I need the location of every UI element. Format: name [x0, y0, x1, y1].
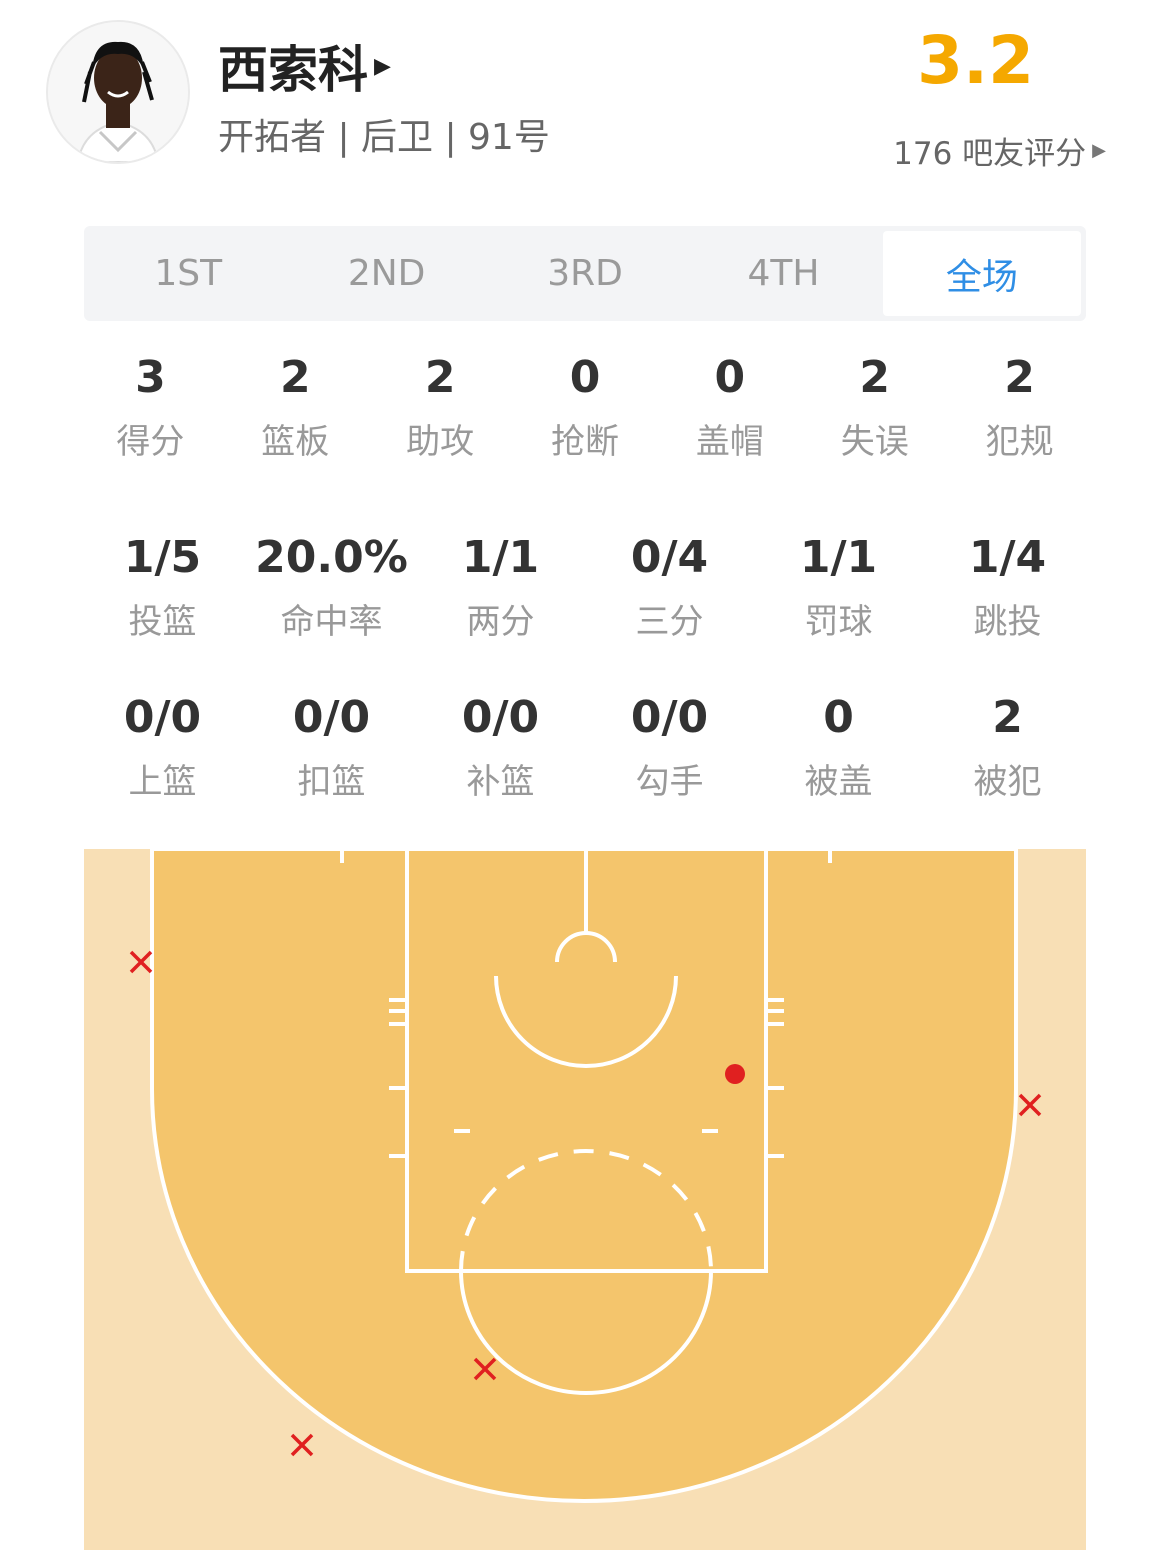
- stat-label: 补篮: [466, 762, 535, 802]
- stat-ft: 1/1 罚球: [754, 528, 923, 643]
- player-name-link[interactable]: 西索科 ▶: [218, 30, 391, 102]
- stat-label: 罚球: [804, 602, 873, 642]
- stat-value: 0: [569, 352, 601, 403]
- stat-rebounds: 2 篮板: [223, 348, 368, 463]
- stat-3pt: 0/4 三分: [585, 528, 754, 643]
- stat-label: 两分: [466, 602, 535, 642]
- stat-label: 三分: [635, 602, 704, 642]
- stat-turnovers: 2 失误: [802, 348, 947, 463]
- stat-value: 0/0: [630, 692, 709, 743]
- player-name: 西索科: [218, 41, 368, 99]
- stat-value: 2: [992, 692, 1023, 743]
- stat-value: 0/4: [630, 532, 709, 583]
- stat-fg: 1/5 投篮: [78, 528, 247, 643]
- stat-label: 抢断: [551, 422, 619, 462]
- stat-label: 勾手: [635, 762, 704, 802]
- tab-3rd[interactable]: 3RD: [486, 231, 684, 316]
- stat-value: 20.0%: [255, 532, 408, 583]
- court-graphic: [84, 847, 1086, 1550]
- play-arrow-icon: ▶: [374, 53, 391, 79]
- stat-value: 2: [424, 352, 456, 403]
- stat-value: 2: [859, 352, 891, 403]
- stat-value: 1/1: [461, 532, 540, 583]
- stat-2pt: 1/1 两分: [416, 528, 585, 643]
- period-tabs: 1ST 2ND 3RD 4TH 全场: [84, 226, 1086, 321]
- made-shot-marker: [725, 1064, 745, 1084]
- stat-label: 犯规: [985, 422, 1054, 462]
- shooting-stats-row: 1/5 投篮 20.0% 命中率 1/1 两分 0/4 三分 1/1 罚球 1/4 跳投: [78, 528, 1092, 643]
- stat-value: 1/4: [968, 532, 1047, 583]
- stat-label: 盖帽: [695, 422, 764, 462]
- stat-steals: 0 抢断: [513, 348, 658, 463]
- player-header: 西索科 ▶ 开拓者 | 后卫 | 91号 3.2 176 吧友评分 ▶: [0, 0, 1170, 200]
- tab-2nd[interactable]: 2ND: [287, 231, 485, 316]
- stat-assists: 2 助攻: [368, 348, 513, 463]
- stat-value: 2: [1004, 352, 1035, 403]
- stat-label: 跳投: [973, 602, 1042, 642]
- stat-value: 3: [135, 352, 166, 403]
- stat-label: 被盖: [804, 762, 873, 802]
- tab-1st[interactable]: 1ST: [89, 231, 287, 316]
- main-stats-row: 3 得分 2 篮板 2 助攻 0 抢断 0 盖帽 2 失误 2 犯规: [78, 348, 1092, 463]
- stat-label: 篮板: [261, 422, 330, 462]
- stat-value: 0/0: [292, 692, 371, 743]
- stat-dunk: 0/0 扣篮: [247, 688, 416, 803]
- play-arrow-icon: ▶: [1092, 140, 1106, 161]
- rating-value: 3.2: [917, 22, 1034, 99]
- rating-count: 176 吧友评分: [893, 136, 1087, 172]
- stat-hook: 0/0 勾手: [585, 688, 754, 803]
- stat-value: 0/0: [461, 692, 540, 743]
- detail-stats-row: 0/0 上篮 0/0 扣篮 0/0 补篮 0/0 勾手 0 被盖 2 被犯: [78, 688, 1092, 803]
- stat-label: 命中率: [280, 602, 383, 642]
- stat-label: 助攻: [406, 422, 475, 462]
- player-meta: 开拓者 | 后卫 | 91号: [218, 117, 550, 158]
- stat-fouls: 2 犯规: [947, 348, 1092, 463]
- stat-value: 1/1: [799, 532, 878, 583]
- rating-count-link[interactable]: 176 吧友评分 ▶: [893, 128, 1106, 173]
- stat-value: 1/5: [123, 532, 202, 583]
- stat-value: 0: [823, 692, 854, 743]
- stat-fouled: 2 被犯: [923, 688, 1092, 803]
- stat-fg-pct: 20.0% 命中率: [247, 528, 416, 643]
- stat-value: 2: [279, 352, 311, 403]
- player-avatar[interactable]: [46, 20, 190, 164]
- stat-tipin: 0/0 补篮: [416, 688, 585, 803]
- stat-label: 上篮: [128, 762, 197, 802]
- stat-blocked: 0 被盖: [754, 688, 923, 803]
- stat-label: 投篮: [128, 602, 197, 642]
- stat-label: 失误: [840, 422, 909, 462]
- stat-value: 0: [714, 352, 746, 403]
- stat-blocks: 0 盖帽: [657, 348, 802, 463]
- shot-chart: [84, 847, 1086, 1550]
- tab-4th[interactable]: 4TH: [684, 231, 882, 316]
- player-photo-icon: [48, 22, 188, 162]
- stat-label: 扣篮: [297, 762, 366, 802]
- stat-layup: 0/0 上篮: [78, 688, 247, 803]
- tab-full-game[interactable]: 全场: [882, 231, 1082, 316]
- stat-points: 3 得分: [78, 348, 223, 463]
- stat-value: 0/0: [123, 692, 202, 743]
- stat-jumpshot: 1/4 跳投: [923, 528, 1092, 643]
- stat-label: 得分: [116, 422, 185, 462]
- stat-label: 被犯: [973, 762, 1042, 802]
